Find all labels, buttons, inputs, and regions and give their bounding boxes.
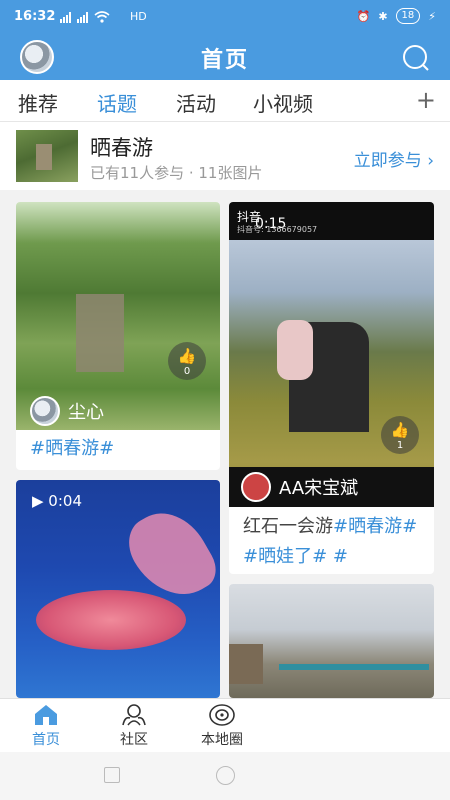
tab-topics[interactable]: 话题 bbox=[97, 88, 137, 117]
feed-card[interactable]: 👍 0 尘心 #晒春游# bbox=[16, 202, 220, 470]
nav-label: 本地圈 bbox=[201, 732, 243, 748]
search-icon[interactable] bbox=[400, 43, 430, 73]
nav-home[interactable]: 首页 bbox=[26, 703, 66, 749]
community-icon bbox=[122, 704, 146, 726]
nav-label: 社区 bbox=[120, 732, 148, 748]
thumbs-up-icon: 👍 bbox=[390, 421, 410, 439]
topic-header: 晒春游 已有11人参与 · 11张图片 立即参与 › bbox=[0, 122, 450, 190]
wifi-icon bbox=[94, 11, 110, 23]
add-tab-button[interactable]: + bbox=[416, 86, 436, 114]
nav-community[interactable]: 社区 bbox=[114, 703, 154, 749]
nav-label: 首页 bbox=[32, 732, 60, 748]
charging-icon: ⚡ bbox=[428, 9, 436, 23]
avatar bbox=[30, 396, 60, 426]
feed-card[interactable] bbox=[229, 584, 434, 698]
tab-short-videos[interactable]: 小视频 bbox=[253, 88, 313, 117]
post-image bbox=[16, 480, 220, 698]
app-header: 首页 bbox=[0, 34, 450, 80]
network-type: HD bbox=[130, 10, 147, 23]
thumbs-up-icon: 👍 bbox=[177, 347, 197, 365]
system-nav-bar bbox=[0, 752, 450, 800]
post-caption[interactable]: #晒春游# bbox=[30, 434, 114, 464]
post-author[interactable]: AA宋宝斌 bbox=[241, 472, 358, 502]
home-icon bbox=[35, 705, 57, 725]
page-title: 首页 bbox=[200, 48, 249, 73]
author-name: AA宋宝斌 bbox=[279, 478, 359, 499]
like-badge[interactable]: 👍 0 bbox=[168, 342, 206, 380]
alarm-icon: ⏰ bbox=[356, 9, 371, 23]
video-duration: ▶ 0:04 bbox=[32, 492, 82, 510]
category-tabs: 推荐 话题 活动 小视频 + bbox=[0, 80, 450, 122]
caption-text: 红石一会游 bbox=[243, 516, 333, 537]
douyin-id: 抖音号: 1366679057 bbox=[237, 225, 318, 234]
topic-meta: 已有11人参与 · 11张图片 bbox=[90, 164, 263, 182]
like-count: 0 bbox=[183, 366, 191, 377]
signal-icon bbox=[60, 11, 110, 23]
topic-title: 晒春游 bbox=[90, 136, 153, 160]
tab-recommend[interactable]: 推荐 bbox=[18, 88, 58, 117]
like-count: 1 bbox=[396, 440, 404, 451]
post-image bbox=[229, 584, 434, 698]
feed-card[interactable]: 抖音 0:15 抖音号: 1366679057 👍 1 AA宋宝斌 红石一会游#… bbox=[229, 202, 434, 574]
bottom-nav: 首页 社区 本地圈 bbox=[0, 698, 450, 752]
post-image bbox=[229, 202, 434, 507]
like-badge[interactable]: 👍 1 bbox=[381, 416, 419, 454]
feed-card[interactable]: ▶ 0:04 bbox=[16, 480, 220, 698]
join-topic-button[interactable]: 立即参与 › bbox=[354, 146, 434, 171]
bluetooth-icon: ✱ bbox=[378, 9, 388, 23]
recents-button[interactable] bbox=[104, 767, 120, 783]
post-caption[interactable]: 红石一会游#晒春游# #晒娃了# # bbox=[243, 512, 428, 572]
battery-level: 18 bbox=[395, 8, 421, 24]
post-author[interactable]: 尘心 bbox=[30, 396, 104, 426]
status-bar: 16:32 HD ⏰ ✱ 18 ⚡ bbox=[0, 0, 450, 34]
local-circle-icon bbox=[209, 704, 235, 726]
home-system-button[interactable] bbox=[216, 766, 235, 785]
tab-activities[interactable]: 活动 bbox=[176, 88, 216, 117]
avatar bbox=[241, 472, 271, 502]
nav-local-circle[interactable]: 本地圈 bbox=[192, 703, 252, 749]
status-time: 16:32 bbox=[14, 9, 56, 24]
topic-thumbnail bbox=[16, 130, 78, 182]
author-name: 尘心 bbox=[68, 402, 104, 423]
